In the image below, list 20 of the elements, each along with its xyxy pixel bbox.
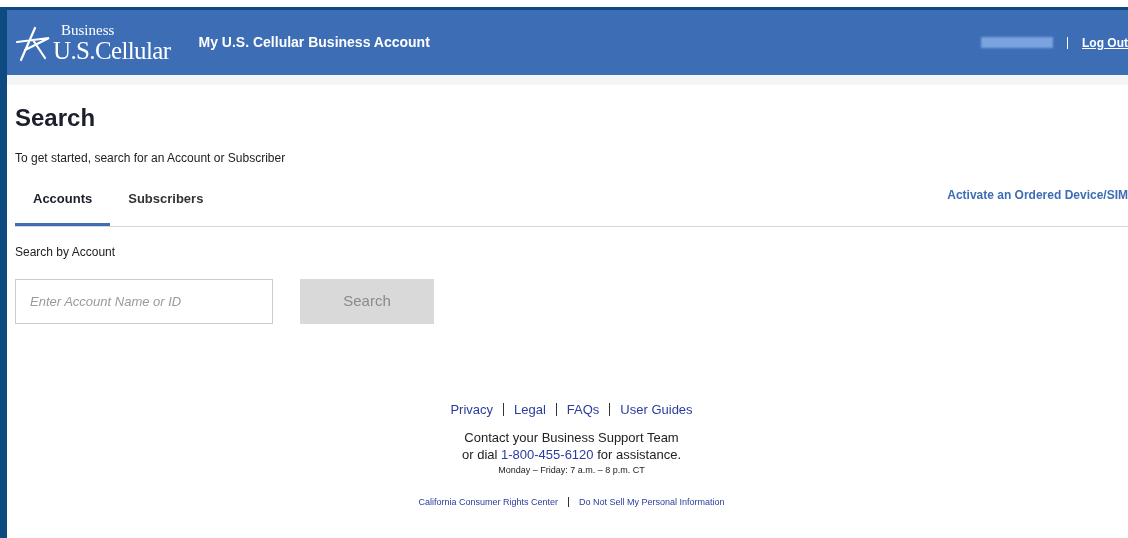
search-label: Search by Account	[15, 243, 117, 261]
contact-text: Contact your Business Support Team or dial 1-800-455-6120 for assistance.	[462, 429, 681, 463]
footer-link[interactable]: User Guides	[620, 399, 693, 419]
intro-text: To get started, search for an Account or Subscriber	[15, 150, 287, 167]
tab[interactable]: Subscribers	[110, 179, 222, 226]
support-hours: Monday – Friday: 7 a.m. – 8 p.m. CT	[498, 464, 645, 477]
legal-link[interactable]: Do Not Sell My Personal Information	[579, 495, 725, 509]
brand-tagline: Business	[61, 22, 116, 38]
footer-link[interactable]: FAQs	[566, 399, 600, 419]
footer-link[interactable]: Legal	[514, 399, 546, 419]
portal-title: My U.S. Cellular Business Account	[198, 33, 430, 52]
phone-link[interactable]: 1-800-455-6120	[501, 447, 594, 462]
brand-name: U.S.Cellular	[53, 37, 171, 63]
tab[interactable]: Accounts	[15, 179, 111, 226]
page-heading: Search	[15, 103, 97, 133]
username-blurred	[981, 37, 1053, 48]
logout-link[interactable]: Log Out	[1082, 33, 1128, 52]
activate-device-link[interactable]: Activate an Ordered Device/SIM	[947, 186, 1128, 205]
footer-link[interactable]: Privacy	[450, 399, 493, 419]
legal-link[interactable]: California Consumer Rights Center	[418, 495, 558, 509]
